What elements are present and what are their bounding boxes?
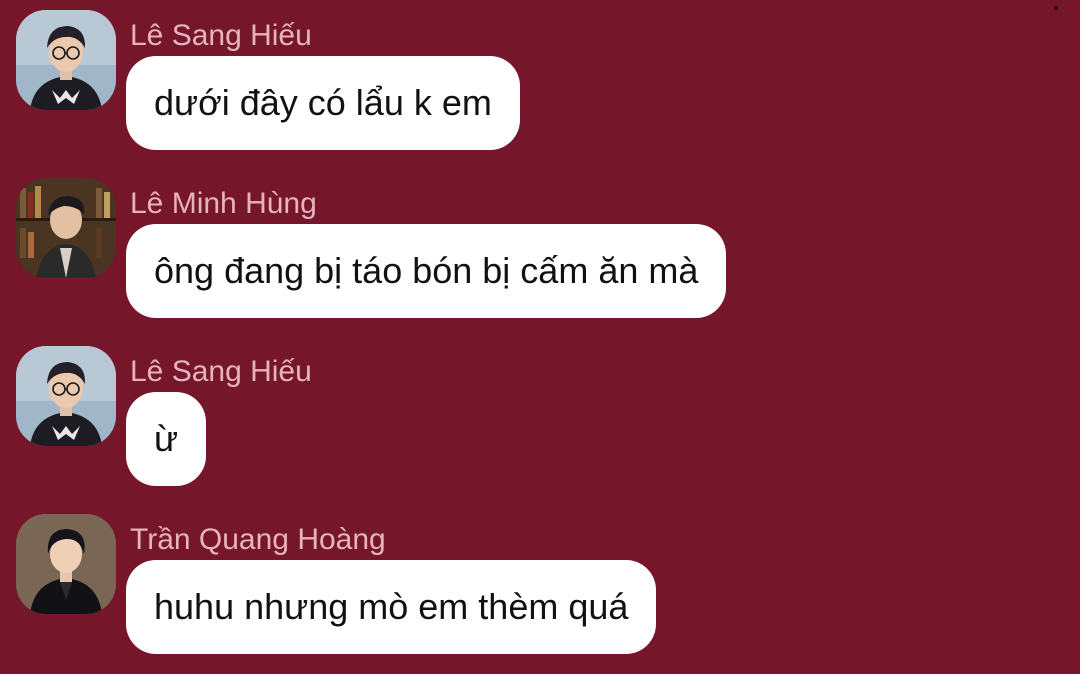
message-row: Lê Sang Hiếu dưới đây có lẩu k em <box>0 10 1080 170</box>
message-row: Trần Quang Hoàng huhu nhưng mò em thèm q… <box>0 514 1080 674</box>
message-bubble[interactable]: dưới đây có lẩu k em <box>126 56 520 150</box>
avatar-sweater-glasses-icon <box>16 10 116 110</box>
avatar-sweater-glasses-icon <box>16 346 116 446</box>
sender-name: Lê Sang Hiếu <box>130 355 312 388</box>
avatar-bookshelf-icon <box>16 178 116 278</box>
avatar-dark-jacket-icon <box>16 514 116 614</box>
avatar[interactable] <box>16 178 116 278</box>
message-bubble[interactable]: ông đang bị táo bón bị cấm ăn mà <box>126 224 727 318</box>
sender-name: Lê Minh Hùng <box>130 187 317 220</box>
status-dot-icon <box>1054 6 1058 10</box>
message-bubble[interactable]: huhu nhưng mò em thèm quá <box>126 560 657 654</box>
avatar[interactable] <box>16 514 116 614</box>
avatar[interactable] <box>16 10 116 110</box>
avatar[interactable] <box>16 346 116 446</box>
message-row: Lê Sang Hiếu ừ <box>0 346 1080 506</box>
sender-name: Trần Quang Hoàng <box>130 523 386 556</box>
message-bubble[interactable]: ừ <box>126 392 207 486</box>
message-row: Lê Minh Hùng ông đang bị táo bón bị cấm … <box>0 178 1080 338</box>
chat-thread: Lê Sang Hiếu dưới đây có lẩu k em Lê Min… <box>0 0 1080 667</box>
sender-name: Lê Sang Hiếu <box>130 19 312 52</box>
